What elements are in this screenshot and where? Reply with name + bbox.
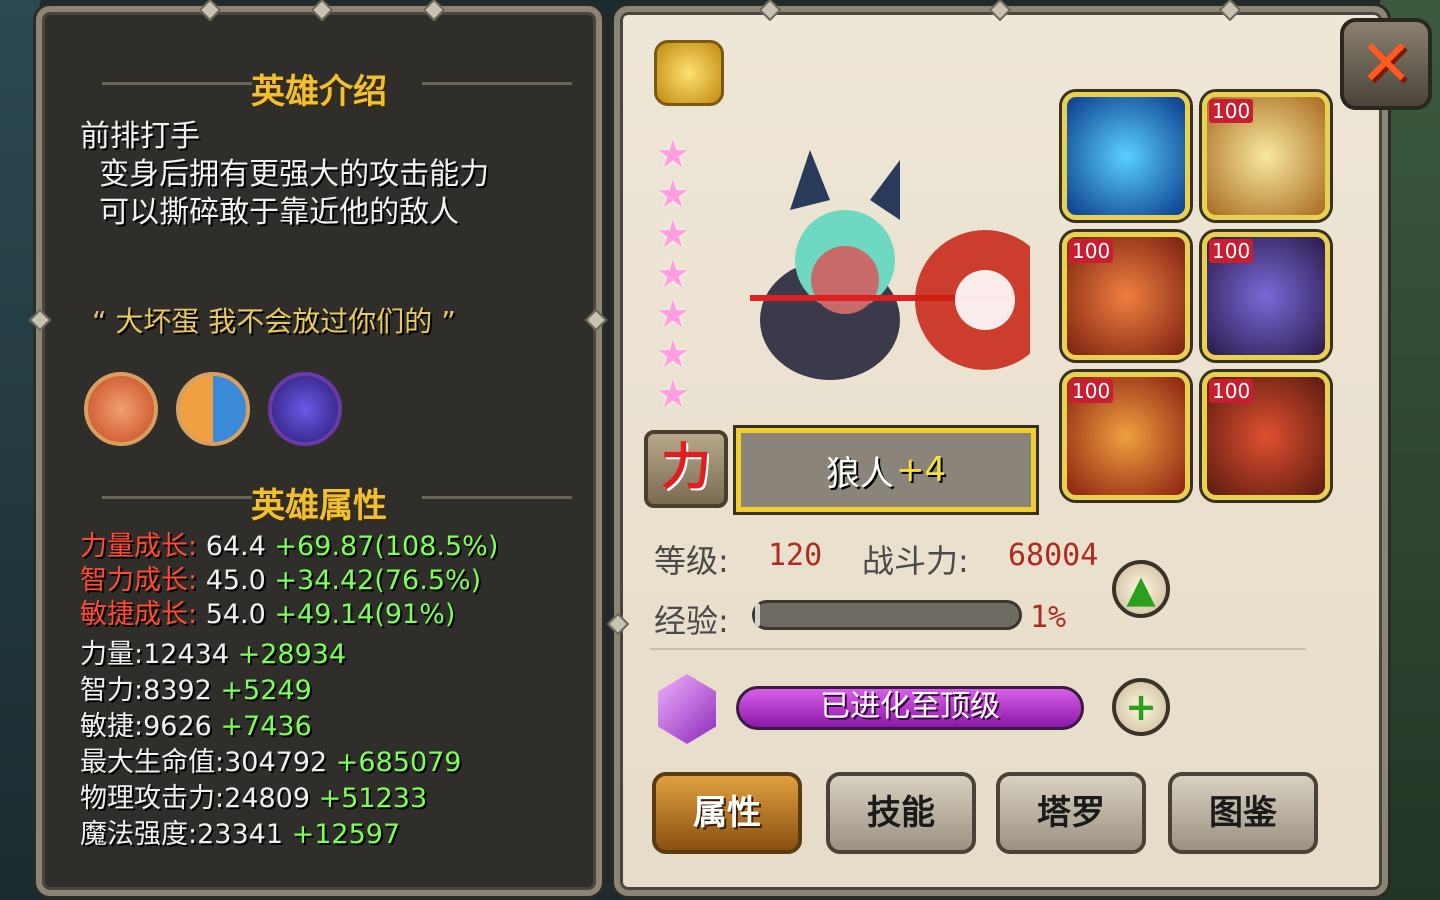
add-button[interactable]: + xyxy=(1112,678,1170,736)
frame-stud xyxy=(584,308,608,332)
exp-bar-fill xyxy=(755,603,761,627)
frame-stud xyxy=(758,0,782,22)
intro-title: 英雄介绍 xyxy=(251,72,387,112)
cosmic-head-skill-icon[interactable] xyxy=(268,372,342,446)
exp-bar xyxy=(752,600,1022,630)
stat-row-agility: 敏捷:9626 +7436 xyxy=(80,711,312,742)
hero-ear xyxy=(870,160,900,220)
equipment-slot-1[interactable] xyxy=(1062,92,1190,220)
equipment-slot-5[interactable]: 100 xyxy=(1062,372,1190,500)
star-icon: ★ xyxy=(656,372,691,416)
equipment-slot-6[interactable]: 100 xyxy=(1202,372,1330,500)
impact-core xyxy=(955,270,1015,330)
star-icon: ★ xyxy=(656,292,691,336)
hero-portrait xyxy=(750,150,1030,380)
dual-face-skill-icon[interactable] xyxy=(176,372,250,446)
frame-stud xyxy=(1218,0,1242,22)
level-up-arrow-button[interactable]: ▲ xyxy=(1112,560,1170,618)
star-icon: ★ xyxy=(656,132,691,176)
hero-name-plate: 狼人 +4 xyxy=(736,428,1036,512)
level-value: 120 xyxy=(768,538,823,573)
star-icon: ★ xyxy=(656,252,691,296)
attributes-title: 英雄属性 xyxy=(251,486,387,526)
frame-stud xyxy=(606,612,630,636)
stat-row-intelligence: 智力:8392 +5249 xyxy=(80,675,312,706)
evolve-status-bar: 已进化至顶级 xyxy=(736,686,1084,730)
star-icon: ★ xyxy=(656,212,691,256)
tab-skills[interactable]: 技能 xyxy=(826,772,976,854)
tab-codex[interactable]: 图鉴 xyxy=(1168,772,1318,854)
exp-percent: 1% xyxy=(1030,600,1067,635)
hero-rank-plus: +4 xyxy=(895,450,947,490)
equipment-slot-4[interactable]: 100 xyxy=(1202,232,1330,360)
strength-class-badge: 力 xyxy=(644,430,728,508)
frame-stud xyxy=(198,0,222,22)
growth-row-agility: 敏捷成长: 54.0 +49.14(91%) xyxy=(80,599,456,630)
stat-row-magic-power: 魔法强度:23341 +12597 xyxy=(80,819,401,850)
power-label: 战斗力: xyxy=(862,542,969,580)
stat-row-max-hp: 最大生命值:304792 +685079 xyxy=(80,747,462,778)
section-divider xyxy=(650,648,1306,650)
frame-stud xyxy=(310,0,334,22)
equipment-slot-2[interactable]: 100 xyxy=(1202,92,1330,220)
wreath-skill-icon[interactable] xyxy=(84,372,158,446)
frame-stud xyxy=(988,0,1012,22)
level-label: 等级: xyxy=(654,542,729,580)
hero-info-panel[interactable]: 英雄介绍 前排打手 变身后拥有更强大的攻击能力 可以撕碎敢于靠近他的敌人 “ 大… xyxy=(28,0,608,896)
background-left xyxy=(0,0,40,900)
armor-type-icon xyxy=(654,40,724,106)
exp-label: 经验: xyxy=(654,602,729,640)
intro-text: 前排打手 变身后拥有更强大的攻击能力 可以撕碎敢于靠近他的敌人 xyxy=(80,119,490,230)
stat-row-physical-attack: 物理攻击力:24809 +51233 xyxy=(80,783,428,814)
equipment-slot-3[interactable]: 100 xyxy=(1062,232,1190,360)
hero-ear xyxy=(790,150,830,210)
hero-quote: “ 大坏蛋 我不会放过你们的 ” xyxy=(92,305,456,338)
background-right xyxy=(1380,0,1440,900)
close-button[interactable]: ✕ xyxy=(1340,18,1432,110)
star-icon: ★ xyxy=(656,332,691,376)
power-value: 68004 xyxy=(1008,538,1099,573)
hero-name: 狼人 xyxy=(825,453,894,494)
star-icon: ★ xyxy=(656,172,691,216)
hero-face xyxy=(811,246,879,314)
stat-row-strength: 力量:12434 +28934 xyxy=(80,639,347,670)
frame-stud xyxy=(422,0,446,22)
tab-attributes[interactable]: 属性 xyxy=(652,772,802,854)
tab-tarot[interactable]: 塔罗 xyxy=(996,772,1146,854)
